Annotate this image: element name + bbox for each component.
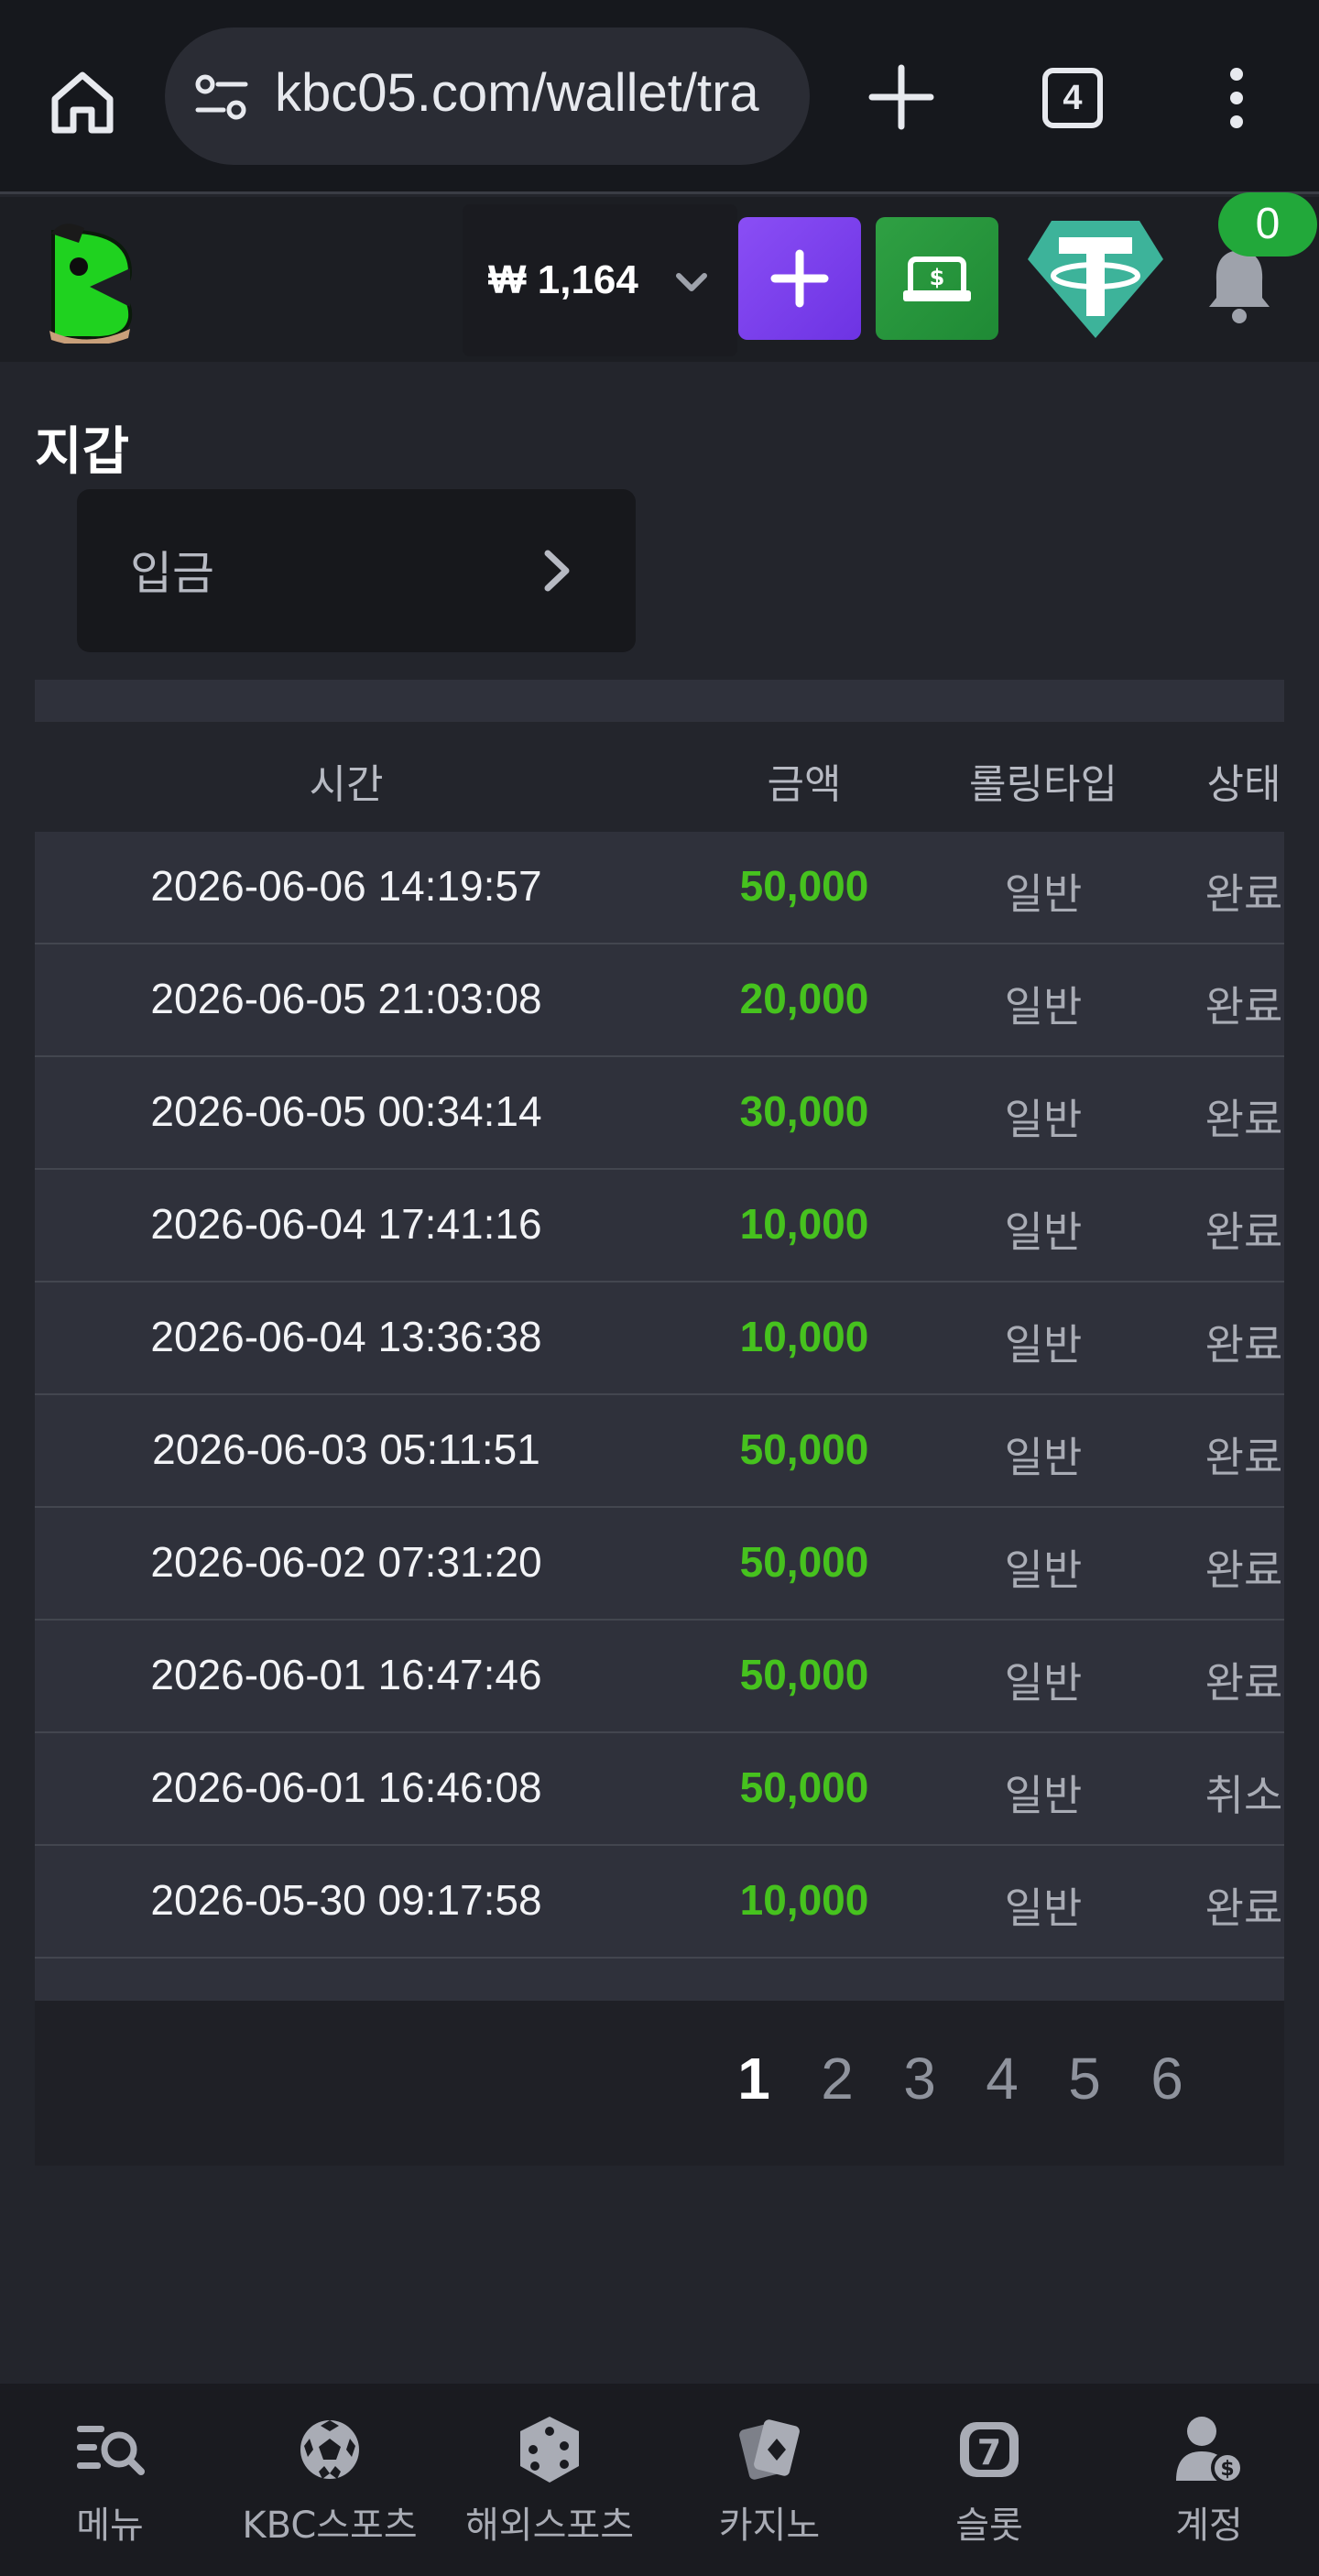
- deposit-tab[interactable]: 입금: [77, 489, 636, 652]
- table-row: 2026-06-06 14:19:57 50,000 일반 완료: [35, 832, 1284, 944]
- cell-status: 취소: [1205, 1772, 1283, 1819]
- page-button-1[interactable]: 1: [722, 2045, 786, 2112]
- page-button-6[interactable]: 6: [1135, 2045, 1199, 2112]
- home-icon[interactable]: [46, 64, 119, 137]
- cell-rolling-type: 일반: [1004, 1208, 1083, 1256]
- nav-item-slots[interactable]: 7 슬롯: [879, 2384, 1099, 2576]
- table-row: 2026-06-02 07:31:20 50,000 일반 완료: [35, 1508, 1284, 1621]
- nav-label: 슬롯: [955, 2505, 1023, 2547]
- site-logo[interactable]: [42, 215, 137, 344]
- cell-status: 완료: [1205, 870, 1283, 918]
- balance-amount: ₩ 1,164: [488, 257, 638, 302]
- site-header: ₩ 1,164 $: [0, 197, 1319, 362]
- nav-item-kbc-sports[interactable]: KBC스포츠: [220, 2384, 440, 2576]
- cell-rolling-type: 일반: [1004, 1546, 1083, 1594]
- cell-time: 2026-06-05 00:34:14: [150, 1087, 542, 1135]
- cell-time: 2026-06-04 13:36:38: [150, 1313, 542, 1360]
- nav-label: 카지노: [718, 2505, 821, 2547]
- nav-label: 해외스포츠: [465, 2505, 634, 2547]
- nav-item-account[interactable]: $ 계정: [1099, 2384, 1319, 2576]
- more-options-icon[interactable]: [1218, 66, 1255, 130]
- balance-dropdown[interactable]: ₩ 1,164: [463, 204, 737, 356]
- cell-status: 완료: [1205, 1096, 1283, 1143]
- table-top-strip: [35, 680, 1284, 722]
- table-row: 2026-06-04 13:36:38 10,000 일반 완료: [35, 1283, 1284, 1395]
- nav-label: KBC스포츠: [242, 2505, 418, 2547]
- nav-item-overseas-sports[interactable]: 해외스포츠: [440, 2384, 660, 2576]
- deposit-tab-label: 입금: [130, 547, 214, 600]
- cell-rolling-type: 일반: [1004, 870, 1083, 918]
- withdraw-button[interactable]: $: [876, 217, 998, 340]
- cell-time: 2026-06-05 21:03:08: [150, 975, 542, 1022]
- soccer-ball-icon: [300, 2420, 359, 2479]
- chevron-right-icon: [544, 550, 570, 592]
- nav-item-casino[interactable]: 카지노: [660, 2384, 879, 2576]
- column-header-status: 상태: [1206, 762, 1281, 807]
- cell-rolling-type: 일반: [1004, 1884, 1083, 1932]
- browser-toolbar: kbc05.com/wallet/tra 4: [0, 0, 1319, 194]
- table-row: 2026-06-04 17:41:16 10,000 일반 완료: [35, 1170, 1284, 1283]
- cell-status: 완료: [1205, 1659, 1283, 1707]
- chevron-down-icon: [676, 273, 707, 291]
- nav-label: 계정: [1175, 2505, 1243, 2547]
- cell-status: 완료: [1205, 1546, 1283, 1594]
- notification-badge[interactable]: 0: [1218, 192, 1317, 257]
- bottom-nav: 메뉴 KBC스포츠 해외스포츠 카지노 7 슬롯 $ 계정: [0, 2384, 1319, 2576]
- svg-text:$: $: [1220, 2458, 1234, 2481]
- page-button-2[interactable]: 2: [805, 2045, 869, 2112]
- cell-time: 2026-06-04 17:41:16: [150, 1200, 542, 1248]
- cell-time: 2026-06-01 16:46:08: [150, 1763, 542, 1811]
- cell-time: 2026-06-01 16:47:46: [150, 1651, 542, 1698]
- cell-rolling-type: 일반: [1004, 1772, 1083, 1819]
- table-header: 시간 금액 롤링타입 상태: [35, 722, 1284, 832]
- page-button-4[interactable]: 4: [970, 2045, 1034, 2112]
- site-settings-icon[interactable]: [194, 71, 249, 123]
- cell-status: 완료: [1205, 1208, 1283, 1256]
- column-header-time: 시간: [309, 762, 384, 807]
- table-row: 2026-06-05 21:03:08 20,000 일반 완료: [35, 944, 1284, 1057]
- cell-rolling-type: 일반: [1004, 1659, 1083, 1707]
- pagination: 1 2 3 4 5 6: [35, 2001, 1284, 2166]
- account-icon: $: [1176, 2417, 1244, 2484]
- cell-status: 완료: [1205, 983, 1283, 1031]
- cell-time: 2026-06-02 07:31:20: [150, 1538, 542, 1586]
- table-row: 2026-05-30 09:17:58 10,000 일반 완료: [35, 1846, 1284, 1959]
- cell-rolling-type: 일반: [1004, 1096, 1083, 1143]
- menu-search-icon: [77, 2426, 145, 2475]
- table-row: 2026-06-01 16:46:08 50,000 일반 취소: [35, 1733, 1284, 1846]
- page-button-5[interactable]: 5: [1052, 2045, 1117, 2112]
- url-text[interactable]: kbc05.com/wallet/tra: [275, 62, 791, 124]
- nav-item-menu[interactable]: 메뉴: [0, 2384, 220, 2576]
- cell-time: 2026-05-30 09:17:58: [150, 1876, 542, 1924]
- table-body: 2026-06-06 14:19:57 50,000 일반 완료 2026-06…: [35, 832, 1284, 1959]
- cell-status: 완료: [1205, 1434, 1283, 1481]
- cell-rolling-type: 일반: [1004, 983, 1083, 1031]
- page-button-3[interactable]: 3: [888, 2045, 952, 2112]
- plus-icon: [770, 249, 829, 308]
- table-row: 2026-06-01 16:47:46 50,000 일반 완료: [35, 1621, 1284, 1733]
- cell-status: 완료: [1205, 1884, 1283, 1932]
- new-tab-icon[interactable]: [865, 60, 938, 134]
- deposit-plus-button[interactable]: [738, 217, 861, 340]
- tab-switcher-button[interactable]: 4: [1042, 68, 1103, 128]
- svg-text:$: $: [930, 265, 945, 290]
- table-row: 2026-06-03 05:11:51 50,000 일반 완료: [35, 1395, 1284, 1508]
- cell-time: 2026-06-06 14:19:57: [150, 862, 542, 910]
- table-row: 2026-06-05 00:34:14 30,000 일반 완료: [35, 1057, 1284, 1170]
- cell-rolling-type: 일반: [1004, 1434, 1083, 1481]
- tether-icon[interactable]: [1024, 215, 1167, 342]
- cell-time: 2026-06-03 05:11:51: [152, 1425, 540, 1473]
- svg-text:7: 7: [977, 2432, 1001, 2472]
- cash-register-icon: $: [903, 257, 971, 301]
- address-bar[interactable]: kbc05.com/wallet/tra: [165, 27, 810, 165]
- slot-seven-icon: 7: [960, 2422, 1019, 2477]
- transaction-table: 시간 금액 롤링타입 상태 2026-06-06 14:19:57 50,000…: [35, 680, 1284, 2003]
- nav-label: 메뉴: [76, 2505, 144, 2547]
- page-title: 지갑: [35, 422, 130, 482]
- cards-icon: [739, 2419, 800, 2480]
- cell-rolling-type: 일반: [1004, 1321, 1083, 1369]
- column-header-rolling-type: 롤링타입: [969, 762, 1117, 807]
- cell-status: 완료: [1205, 1321, 1283, 1369]
- dice-icon: [520, 2417, 579, 2483]
